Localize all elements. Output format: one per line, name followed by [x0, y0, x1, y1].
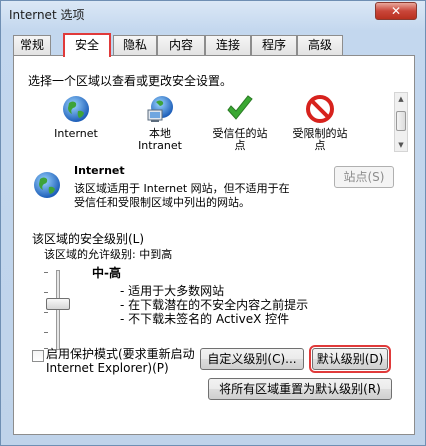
intranet-icon — [147, 96, 173, 122]
tab-security[interactable]: 安全 — [63, 33, 111, 57]
globe-icon — [63, 96, 89, 122]
scroll-down-icon[interactable]: ▼ — [395, 139, 407, 151]
tab-programs[interactable]: 程序 — [251, 35, 297, 55]
level-bullet: - 不下载未签名的 ActiveX 控件 — [120, 312, 290, 326]
slider-tick — [44, 332, 48, 333]
close-icon: ✕ — [390, 4, 402, 18]
security-slider-thumb[interactable] — [46, 298, 70, 310]
scroll-up-icon[interactable]: ▲ — [395, 93, 407, 105]
internet-options-window: Internet 选项 ✕ 常规 安全 隐私 内容 连接 程序 高级 选择一个区… — [0, 0, 426, 446]
window-title: Internet 选项 — [9, 8, 85, 22]
protected-mode-label: 启用保护模式(要求重新启动 Internet Explorer)(P) — [46, 347, 195, 375]
tab-general[interactable]: 常规 — [13, 35, 51, 55]
protected-mode-checkbox[interactable] — [32, 350, 44, 362]
selected-zone-name: Internet — [74, 164, 125, 177]
level-name: 中-高 — [92, 266, 121, 280]
zone-selector: Internet 本地 Intranet 受信任的站 点 受限制的站 点 ▲ ▼… — [28, 92, 408, 212]
zone-list: Internet 本地 Intranet 受信任的站 点 受限制的站 点 — [28, 92, 394, 152]
security-slider-track[interactable] — [56, 270, 60, 350]
zone-internet-label: Internet — [54, 127, 98, 140]
selected-zone-globe-icon — [34, 172, 60, 198]
no-entry-icon — [306, 95, 334, 123]
tab-advanced[interactable]: 高级 — [297, 35, 343, 55]
sites-button[interactable]: 站点(S) — [334, 166, 394, 188]
security-level-group: 该区域的安全级别(L) 该区域的允许级别: 中到高 中-高 - 适用于大多数网站… — [32, 230, 392, 364]
slider-tick — [44, 312, 48, 313]
close-button[interactable]: ✕ — [375, 2, 417, 20]
custom-level-button[interactable]: 自定义级别(C)... — [200, 348, 304, 370]
zone-trusted-label: 受信任的站 点 — [212, 127, 268, 152]
tab-content[interactable]: 内容 — [157, 35, 205, 55]
selected-zone-description: 该区域适用于 Internet 网站，但不适用于在 受信任和受限制区域中列出的网… — [74, 182, 290, 209]
tab-privacy[interactable]: 隐私 — [113, 35, 157, 55]
zone-internet[interactable]: Internet — [36, 94, 116, 140]
zone-trusted-sites[interactable]: 受信任的站 点 — [200, 94, 280, 152]
zone-restricted-label: 受限制的站 点 — [292, 127, 348, 152]
zone-intranet-label: 本地 Intranet — [138, 127, 182, 152]
reset-all-zones-button[interactable]: 将所有区域重置为默认级别(R) — [208, 378, 392, 400]
allowed-level-text: 该区域的允许级别: 中到高 — [44, 248, 173, 261]
zone-local-intranet[interactable]: 本地 Intranet — [120, 94, 200, 152]
zone-instruction: 选择一个区域以查看或更改安全设置。 — [28, 74, 233, 88]
default-level-button[interactable]: 默认级别(D) — [309, 345, 391, 373]
slider-tick — [44, 292, 48, 293]
title-bar: Internet 选项 ✕ — [1, 1, 425, 27]
scroll-thumb[interactable] — [396, 111, 406, 131]
zone-scrollbar[interactable]: ▲ ▼ — [394, 92, 408, 152]
checkmark-icon — [227, 95, 253, 120]
group-title: 该区域的安全级别(L) — [32, 230, 145, 247]
tab-connections[interactable]: 连接 — [205, 35, 251, 55]
zone-restricted-sites[interactable]: 受限制的站 点 — [280, 94, 360, 152]
security-panel: 选择一个区域以查看或更改安全设置。 Internet 本地 Intranet 受… — [13, 55, 415, 435]
slider-tick — [44, 272, 48, 273]
